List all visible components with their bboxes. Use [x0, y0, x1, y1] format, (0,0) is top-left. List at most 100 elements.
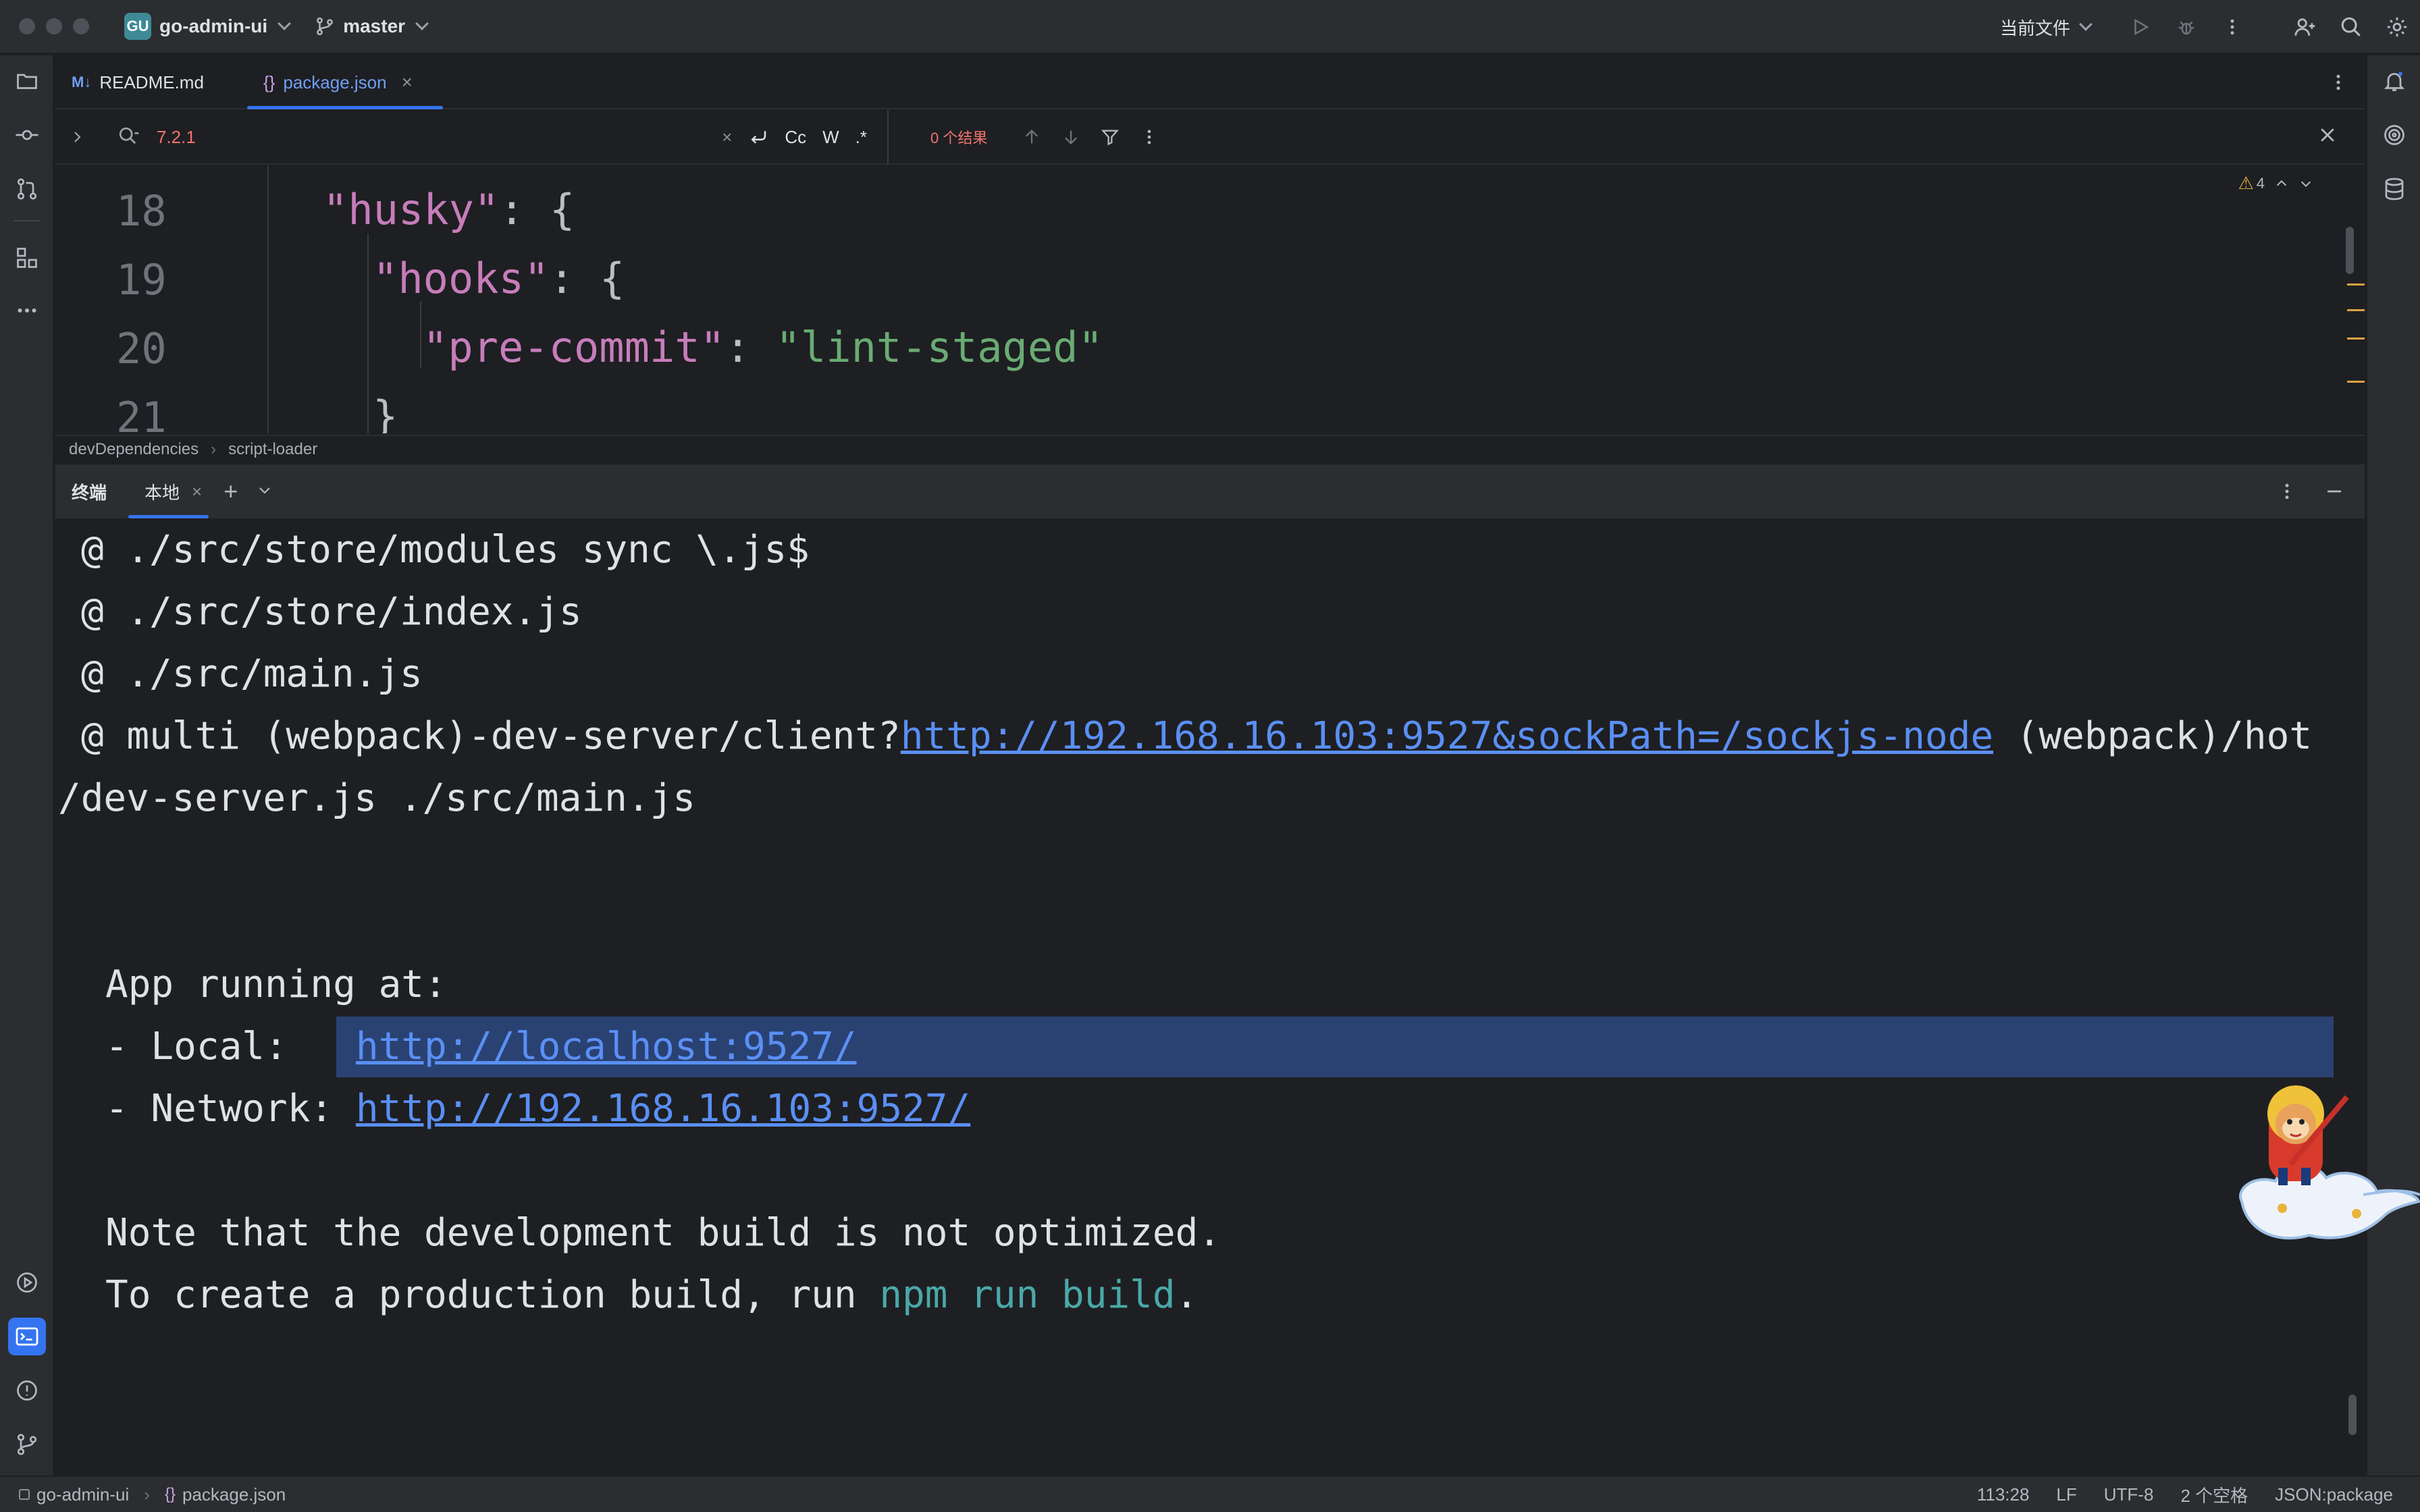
more-vertical-icon[interactable]	[1140, 128, 1159, 146]
terminal-line: @ ./src/main.js	[81, 652, 423, 696]
warning-count: 4	[2256, 174, 2265, 192]
code-line-21: }	[373, 392, 398, 433]
close-icon[interactable]: ×	[192, 481, 202, 502]
git-tool-button[interactable]	[8, 1426, 46, 1463]
terminal-line: @ multi (webpack)-dev-server/client?http…	[81, 714, 2313, 758]
window-controls	[19, 18, 89, 34]
minimize-icon[interactable]	[2324, 481, 2344, 502]
breadcrumb-item[interactable]: devDependencies	[69, 440, 199, 459]
bell-icon	[2384, 72, 2405, 91]
filter-icon[interactable]	[1101, 128, 1120, 146]
notifications-button[interactable]	[2375, 62, 2413, 100]
toolbar-divider	[14, 220, 41, 221]
tab-readme[interactable]: M↓ README.md	[72, 55, 204, 109]
file-type[interactable]: JSON:package	[2275, 1484, 2393, 1505]
database-icon	[2385, 178, 2404, 200]
run-configuration-selector[interactable]: 当前文件	[2000, 15, 2093, 40]
more-tool-windows-button[interactable]	[8, 292, 46, 329]
more-vertical-icon[interactable]	[2277, 481, 2297, 502]
project-tool-button[interactable]	[8, 62, 46, 100]
tab-package-json[interactable]: {} package.json ×	[263, 55, 413, 109]
expand-replace-button[interactable]	[55, 129, 99, 145]
inspection-widget[interactable]: ⚠ 4	[2238, 173, 2313, 194]
editor-tabs: M↓ README.md {} package.json ×	[55, 55, 2365, 109]
status-bar: go-admin-ui › {} package.json 113:28 LF …	[0, 1476, 2420, 1512]
breadcrumb-item[interactable]: script-loader	[228, 440, 317, 459]
debug-button[interactable]	[2163, 0, 2209, 54]
new-line-icon[interactable]	[748, 127, 768, 147]
more-vertical-icon	[2336, 74, 2340, 90]
close-find-button[interactable]	[2317, 123, 2338, 151]
branch-selector[interactable]: master	[315, 16, 429, 37]
tab-label: package.json	[283, 72, 387, 92]
folder-icon	[17, 74, 37, 89]
regex-toggle[interactable]: .*	[856, 127, 867, 148]
terminal-scrollbar[interactable]	[2348, 1395, 2357, 1435]
more-actions-button[interactable]	[2209, 0, 2255, 54]
project-name: go-admin-ui	[159, 16, 268, 36]
file-encoding[interactable]: UTF-8	[2104, 1484, 2154, 1505]
local-url-link[interactable]: http://localhost:9527/	[356, 1025, 857, 1069]
terminal-line: @ ./src/store/modules sync \.js$	[81, 528, 810, 572]
terminal-output[interactable]: @ ./src/store/modules sync \.js$ @ ./src…	[55, 518, 2365, 1476]
sockjs-link[interactable]: http://192.168.16.103:9527&sockPath=/soc…	[901, 714, 1993, 758]
close-icon[interactable]: ×	[402, 72, 413, 93]
previous-occurrence-icon[interactable]	[1022, 128, 1041, 146]
problems-tool-button[interactable]	[8, 1372, 46, 1409]
close-window-button[interactable]	[19, 18, 35, 34]
tab-options-button[interactable]	[2328, 70, 2348, 98]
chevron-up-icon[interactable]	[2274, 176, 2289, 191]
whole-words-toggle[interactable]: W	[822, 127, 839, 148]
monkey-king-mascot-image	[2239, 1085, 2420, 1240]
status-file[interactable]: package.json	[182, 1484, 286, 1505]
line-separator[interactable]: LF	[2056, 1484, 2076, 1505]
status-project[interactable]: go-admin-ui	[36, 1484, 129, 1505]
clear-search-icon[interactable]: ×	[722, 127, 732, 148]
find-field[interactable]: 7.2.1 × Cc W .*	[99, 110, 889, 164]
network-url-link[interactable]: http://192.168.16.103:9527/	[356, 1087, 970, 1131]
code-with-me-button[interactable]	[2282, 0, 2328, 54]
match-case-toggle[interactable]: Cc	[785, 127, 806, 148]
add-user-icon	[2294, 18, 2315, 36]
services-icon	[17, 1272, 37, 1293]
chevron-down-icon[interactable]	[2298, 176, 2313, 191]
terminal-options-dropdown[interactable]	[257, 482, 273, 502]
code-line-19: "hooks": {	[373, 254, 625, 303]
maximize-window-button[interactable]	[73, 18, 89, 34]
terminal-tab-label: 本地	[144, 482, 180, 503]
line-number: 19	[116, 255, 167, 304]
run-button[interactable]	[2118, 0, 2163, 54]
find-query[interactable]: 7.2.1	[157, 127, 629, 148]
problems-icon	[17, 1380, 37, 1401]
indent-guide	[367, 234, 369, 433]
left-tool-window-bar	[0, 55, 54, 1476]
project-selector[interactable]: GU go-admin-ui	[124, 13, 292, 40]
editor-scrollbar[interactable]	[2346, 227, 2354, 274]
structure-tool-button[interactable]	[8, 239, 46, 277]
search-everywhere-button[interactable]	[2328, 0, 2374, 54]
services-tool-button[interactable]	[8, 1264, 46, 1301]
minimize-window-button[interactable]	[46, 18, 62, 34]
database-tool-button[interactable]	[2375, 170, 2413, 208]
search-history-icon[interactable]	[117, 126, 140, 148]
caret-position[interactable]: 113:28	[1977, 1484, 2030, 1505]
terminal-tab-local[interactable]: 本地 ×	[128, 464, 209, 518]
next-occurrence-icon[interactable]	[1061, 128, 1080, 146]
gear-icon	[2387, 17, 2407, 37]
chevron-down-icon	[278, 17, 292, 30]
code-editor[interactable]: 18 19 20 21 "husky": { "hooks": { "pre-c…	[55, 166, 2365, 433]
ai-assistant-icon	[2384, 125, 2404, 145]
code-line-20: "pre-commit": "lint-staged"	[423, 323, 1103, 372]
chevron-right-icon: ›	[144, 1484, 150, 1505]
terminal-tool-button[interactable]	[8, 1318, 46, 1355]
settings-button[interactable]	[2374, 0, 2420, 54]
more-horizontal-icon	[18, 308, 36, 313]
pull-requests-tool-button[interactable]	[8, 170, 46, 208]
ai-assistant-button[interactable]	[2375, 116, 2413, 154]
new-terminal-button[interactable]: +	[223, 477, 238, 506]
indent-setting[interactable]: 2 个空格	[2180, 1482, 2248, 1507]
close-icon	[2321, 128, 2334, 142]
json-icon: {}	[164, 1485, 176, 1503]
chevron-right-icon: ›	[211, 440, 217, 458]
commit-tool-button[interactable]	[8, 116, 46, 154]
